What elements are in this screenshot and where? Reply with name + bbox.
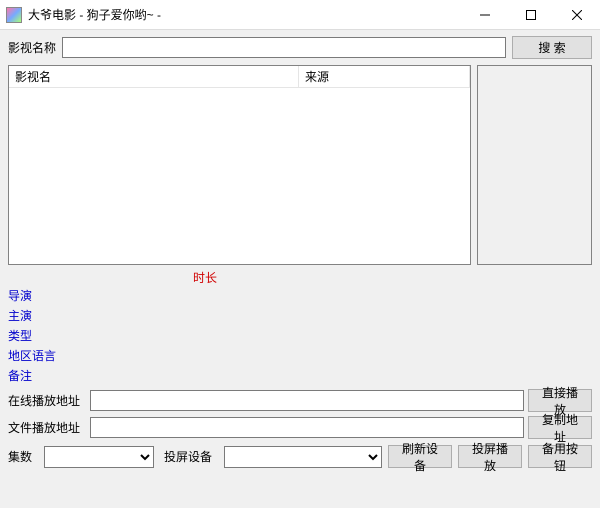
meta-region-lang: 地区语言: [8, 345, 592, 365]
search-input[interactable]: [62, 37, 506, 58]
meta-area: 时长 导演 主演 类型 地区语言 备注: [8, 269, 592, 385]
file-url-input[interactable]: [90, 417, 524, 438]
minimize-button[interactable]: [462, 0, 508, 29]
direct-play-button[interactable]: 直接播放: [528, 389, 592, 412]
results-row: 影视名 来源: [8, 65, 592, 265]
listview-header: 影视名 来源: [9, 66, 470, 88]
meta-actors: 主演: [8, 305, 592, 325]
column-source[interactable]: 来源: [299, 66, 470, 87]
spare-button[interactable]: 备用按钮: [528, 445, 592, 468]
cast-device-label: 投屏设备: [164, 448, 212, 465]
minimize-icon: [480, 10, 490, 20]
search-row: 影视名称 搜 索: [8, 36, 592, 59]
titlebar: 大爷电影 - 狗子爱你哟~ -: [0, 0, 600, 30]
search-button[interactable]: 搜 索: [512, 36, 592, 59]
episodes-label: 集数: [8, 448, 32, 465]
poster-panel: [477, 65, 592, 265]
online-url-row: 在线播放地址 直接播放: [8, 389, 592, 412]
meta-remark: 备注: [8, 365, 592, 385]
online-url-input[interactable]: [90, 390, 524, 411]
maximize-icon: [526, 10, 536, 20]
cast-device-select[interactable]: [224, 446, 382, 468]
column-name[interactable]: 影视名: [9, 66, 299, 87]
results-listview[interactable]: 影视名 来源: [8, 65, 471, 265]
cast-play-button[interactable]: 投屏播放: [458, 445, 522, 468]
window-title: 大爷电影 - 狗子爱你哟~ -: [28, 6, 462, 23]
copy-url-button[interactable]: 复制地址: [528, 416, 592, 439]
maximize-button[interactable]: [508, 0, 554, 29]
online-url-label: 在线播放地址: [8, 392, 80, 409]
search-label: 影视名称: [8, 39, 56, 56]
refresh-devices-button[interactable]: 刷新设备: [388, 445, 452, 468]
close-icon: [572, 10, 582, 20]
listview-body[interactable]: [9, 88, 470, 264]
bottom-row: 集数 投屏设备 刷新设备 投屏播放 备用按钮: [8, 445, 592, 468]
episodes-select[interactable]: [44, 446, 154, 468]
meta-director: 导演: [8, 285, 592, 305]
close-button[interactable]: [554, 0, 600, 29]
app-icon: [6, 7, 22, 23]
duration-label: 时长: [8, 269, 592, 285]
file-url-row: 文件播放地址 复制地址: [8, 416, 592, 439]
meta-genre: 类型: [8, 325, 592, 345]
content-area: 影视名称 搜 索 影视名 来源 时长 导演 主演 类型 地区语言 备注 在线播放…: [0, 30, 600, 476]
file-url-label: 文件播放地址: [8, 419, 80, 436]
